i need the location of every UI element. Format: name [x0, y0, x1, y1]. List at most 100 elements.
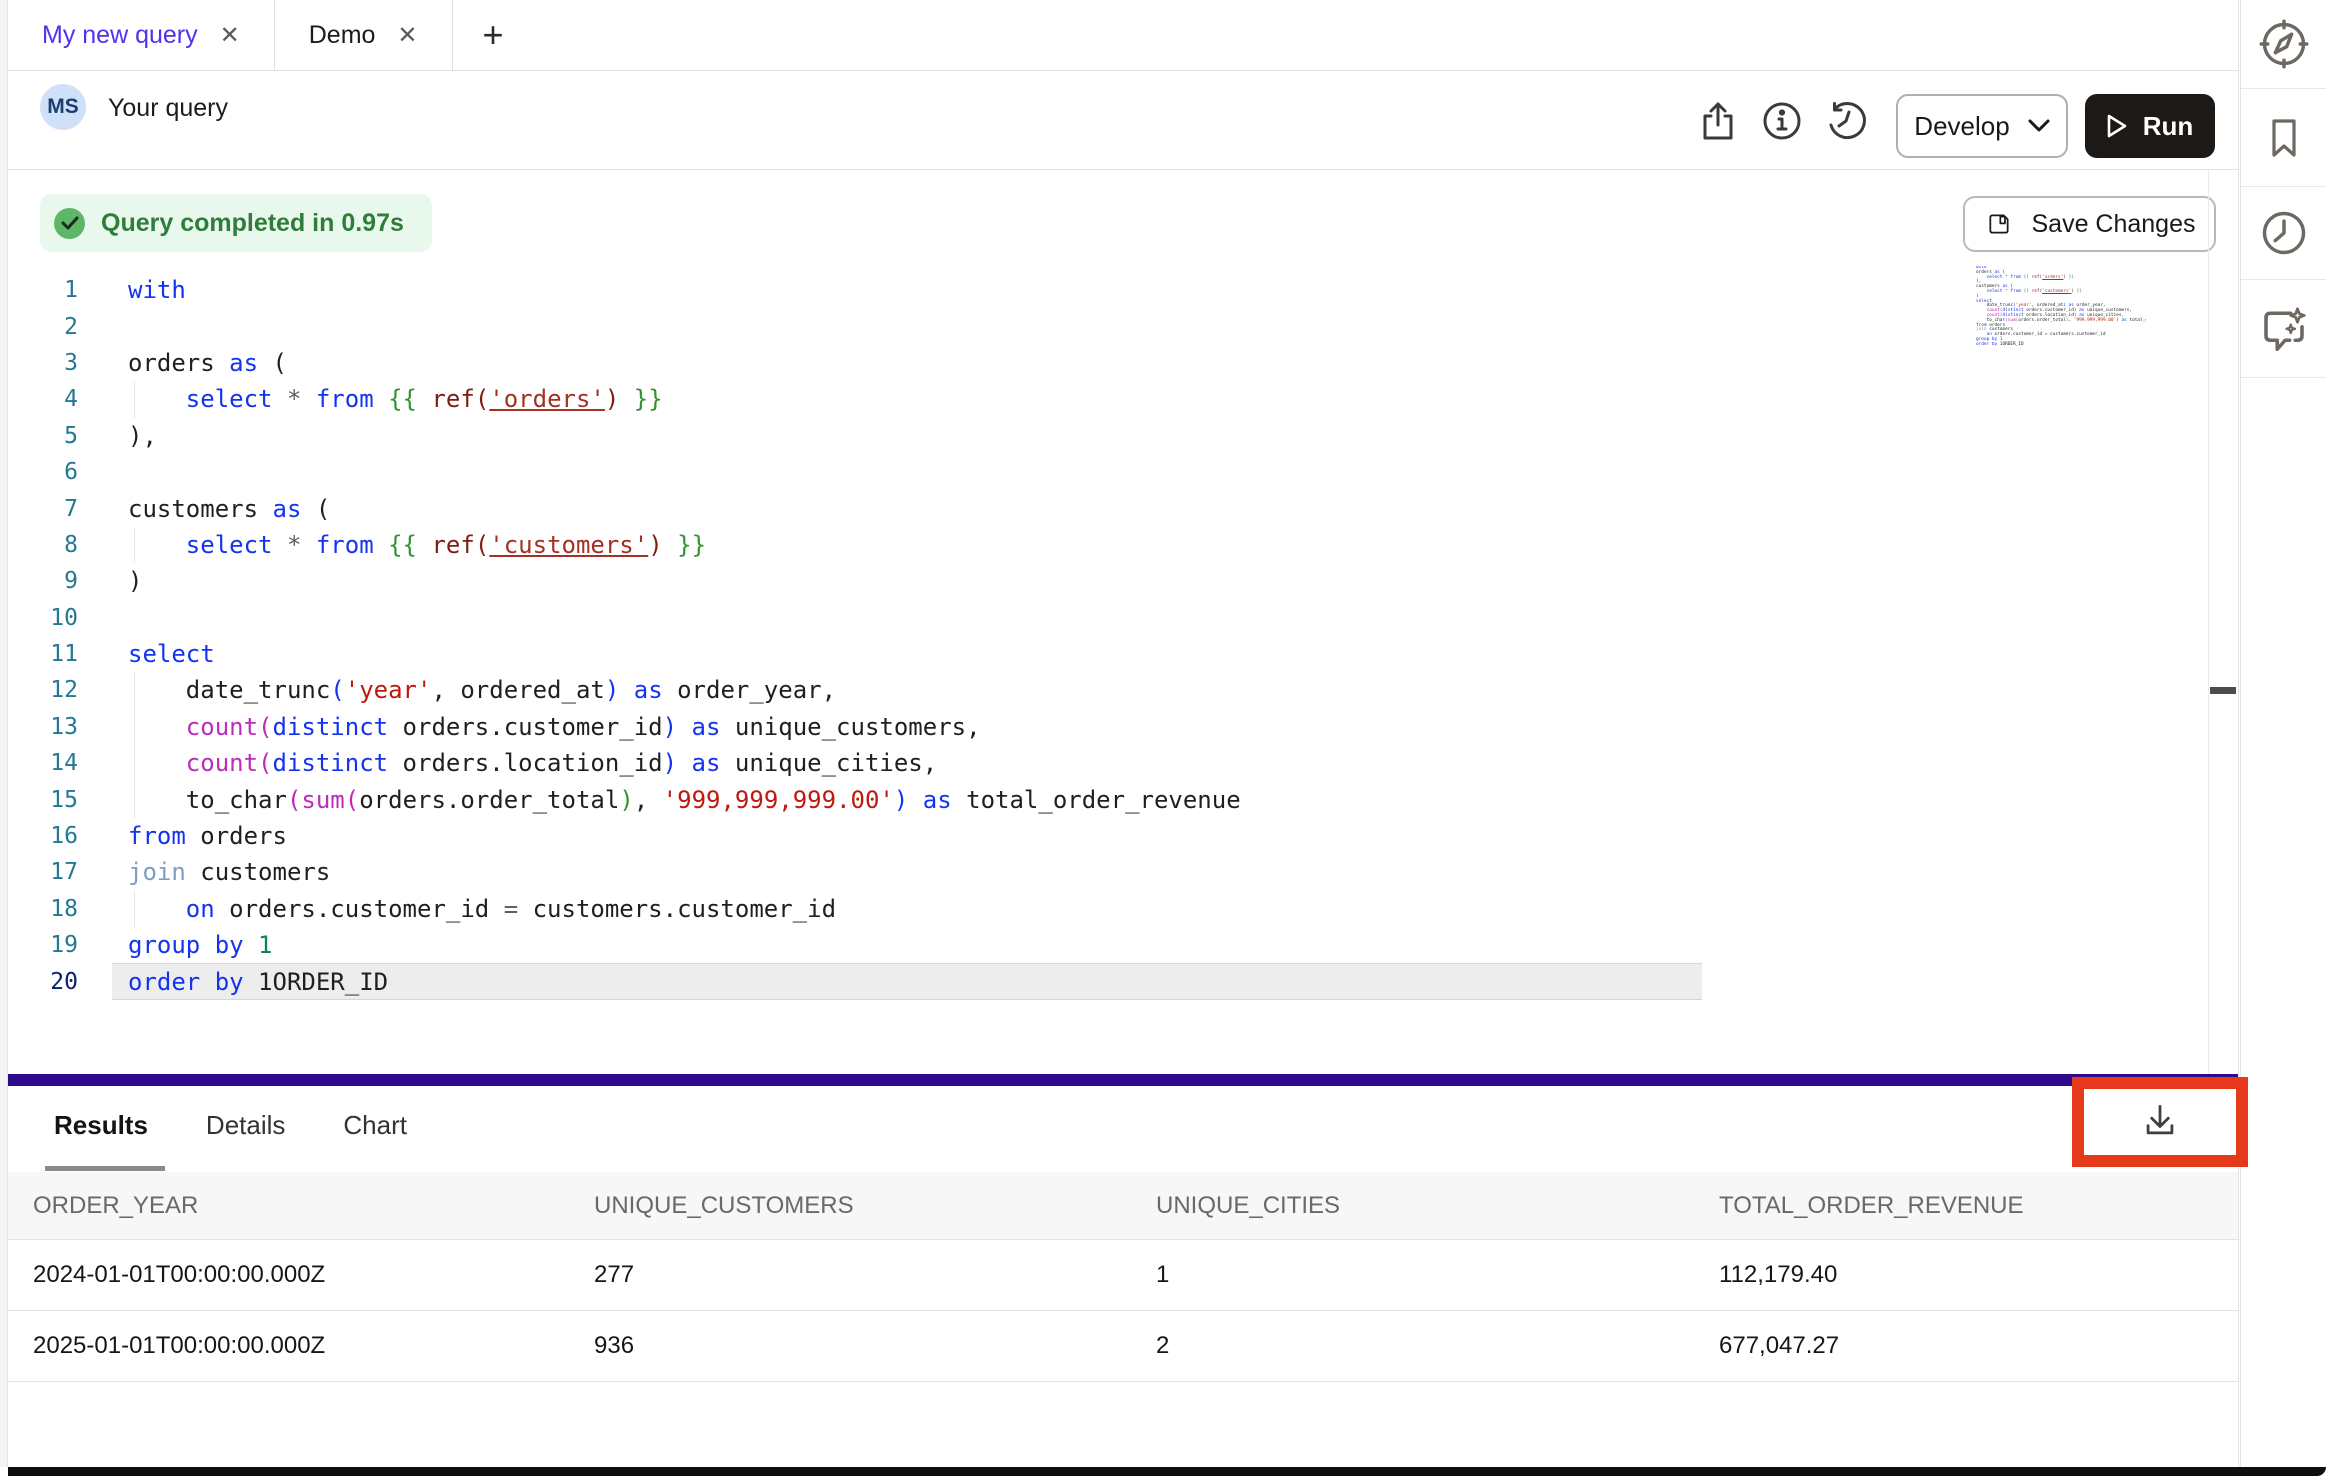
compass-icon	[2258, 18, 2310, 70]
page-title: Your query	[108, 94, 228, 123]
panel-resize-divider[interactable]	[8, 1074, 2238, 1086]
history-clock-icon	[2258, 207, 2310, 259]
line-number: 2	[8, 314, 78, 340]
line-number: 4	[8, 386, 78, 412]
table-header-row: ORDER_YEARUNIQUE_CUSTOMERSUNIQUE_CITIEST…	[8, 1172, 2238, 1240]
history-button[interactable]	[1822, 97, 1870, 145]
save-changes-label: Save Changes	[2031, 210, 2195, 239]
editor-scrollbar-thumb[interactable]	[2210, 687, 2236, 694]
code-line: 8 select * from {{ ref('customers') }}	[8, 527, 2208, 563]
chevron-down-icon	[2028, 119, 2050, 133]
line-number: 12	[8, 677, 78, 703]
line-number: 8	[8, 532, 78, 558]
line-number: 7	[8, 496, 78, 522]
code-line: 4 select * from {{ ref('orders') }}	[8, 381, 2208, 417]
code-line: 17join customers	[8, 854, 2208, 890]
table-cell: 277	[594, 1261, 1156, 1289]
line-number: 13	[8, 714, 78, 740]
table-cell: 1	[1156, 1261, 1719, 1289]
results-tab-results[interactable]: Results	[54, 1110, 148, 1167]
code-line: 11select	[8, 636, 2208, 672]
code-line: 6	[8, 454, 2208, 490]
results-tab-chart[interactable]: Chart	[343, 1110, 407, 1167]
run-button[interactable]: Run	[2085, 94, 2215, 158]
line-number: 15	[8, 787, 78, 813]
table-cell: 936	[594, 1332, 1156, 1360]
code-line: 5),	[8, 418, 2208, 454]
table-cell: 677,047.27	[1719, 1332, 2238, 1360]
query-tab[interactable]: My new query✕	[8, 0, 275, 70]
code-line: 15 to_char(sum(orders.order_total), '999…	[8, 781, 2208, 817]
share-button[interactable]	[1694, 97, 1742, 145]
query-tab-bar: My new query✕ Demo ✕ +	[8, 0, 2238, 71]
success-check-icon	[54, 208, 85, 239]
line-number: 5	[8, 423, 78, 449]
table-cell: 2025-01-01T00:00:00.000Z	[33, 1332, 594, 1360]
code-line: 14 count(distinct orders.location_id) as…	[8, 745, 2208, 781]
editor-scrollbar-track	[2208, 170, 2209, 1074]
code-editor[interactable]: Query completed in 0.97s Save Changes 1 w…	[8, 170, 2238, 1074]
column-header: UNIQUE_CUSTOMERS	[594, 1192, 1156, 1220]
code-line: 9)	[8, 563, 2208, 599]
column-header: ORDER_YEAR	[33, 1192, 594, 1220]
develop-dropdown[interactable]: Develop	[1896, 94, 2068, 158]
run-label: Run	[2143, 111, 2194, 142]
main-panel-right-border	[2238, 0, 2239, 1467]
save-icon	[1983, 208, 2015, 240]
query-tab[interactable]: Demo ✕	[275, 0, 453, 70]
code-line: 19group by 1	[8, 927, 2208, 963]
line-number: 20	[8, 969, 78, 995]
bookmark-icon	[2260, 112, 2308, 164]
share-icon	[1694, 97, 1742, 145]
info-button[interactable]	[1758, 97, 1806, 145]
column-header: UNIQUE_CITIES	[1156, 1192, 1719, 1220]
code-line: 3orders as (	[8, 345, 2208, 381]
line-number: 18	[8, 896, 78, 922]
results-table: ORDER_YEARUNIQUE_CUSTOMERSUNIQUE_CITIEST…	[8, 1172, 2238, 1382]
tab-close-icon[interactable]: ✕	[397, 21, 417, 50]
history-icon	[1822, 97, 1870, 145]
line-number: 9	[8, 568, 78, 594]
editor-minimap[interactable]: withorders as ( select * from {{ ref('or…	[1976, 266, 2146, 366]
avatar: MS	[40, 84, 86, 130]
code-line: 16from orders	[8, 818, 2208, 854]
line-number: 6	[8, 459, 78, 485]
line-number: 19	[8, 932, 78, 958]
play-icon	[2107, 114, 2127, 138]
code-line: 18 on orders.customer_id = customers.cus…	[8, 891, 2208, 927]
download-results-button[interactable]	[2084, 1089, 2236, 1153]
develop-label: Develop	[1914, 111, 2009, 142]
download-icon	[2138, 1099, 2182, 1143]
new-tab-button[interactable]: +	[453, 0, 534, 70]
code-line: 20order by 1ORDER_ID	[8, 963, 2208, 999]
right-toolbar	[2240, 0, 2326, 1467]
code-line: 12 date_trunc('year', ordered_at) as ord…	[8, 672, 2208, 708]
code-lines[interactable]: 1with23orders as (4 select * from {{ ref…	[8, 272, 2208, 1000]
line-number: 10	[8, 605, 78, 631]
left-edge-strip	[0, 0, 8, 1467]
discover-button[interactable]	[2241, 0, 2326, 89]
table-cell: 2	[1156, 1332, 1719, 1360]
line-number: 11	[8, 641, 78, 667]
ai-chat-icon	[2257, 302, 2311, 356]
line-number: 1	[8, 277, 78, 303]
table-row: 2024-01-01T00:00:00.000Z2771112,179.40	[8, 1240, 2238, 1311]
line-number: 16	[8, 823, 78, 849]
tab-close-icon[interactable]: ✕	[220, 21, 240, 50]
save-changes-button[interactable]: Save Changes	[1963, 196, 2216, 252]
code-line: 10	[8, 600, 2208, 636]
tab-list: My new query✕ Demo ✕	[8, 0, 453, 70]
results-tab-details[interactable]: Details	[206, 1110, 285, 1167]
tab-label: Demo	[309, 21, 376, 50]
history-panel-button[interactable]	[2241, 187, 2326, 280]
query-status-badge: Query completed in 0.97s	[40, 194, 432, 252]
ai-assistant-button[interactable]	[2241, 280, 2326, 378]
bookmarks-button[interactable]	[2241, 89, 2326, 187]
line-number: 3	[8, 350, 78, 376]
active-tab-underline	[45, 1166, 165, 1171]
table-row: 2025-01-01T00:00:00.000Z9362677,047.27	[8, 1311, 2238, 1382]
code-line: 7customers as (	[8, 490, 2208, 526]
info-icon	[1758, 97, 1806, 145]
query-header: MS Your query Develop	[8, 71, 2238, 170]
table-body: 2024-01-01T00:00:00.000Z2771112,179.4020…	[8, 1240, 2238, 1382]
